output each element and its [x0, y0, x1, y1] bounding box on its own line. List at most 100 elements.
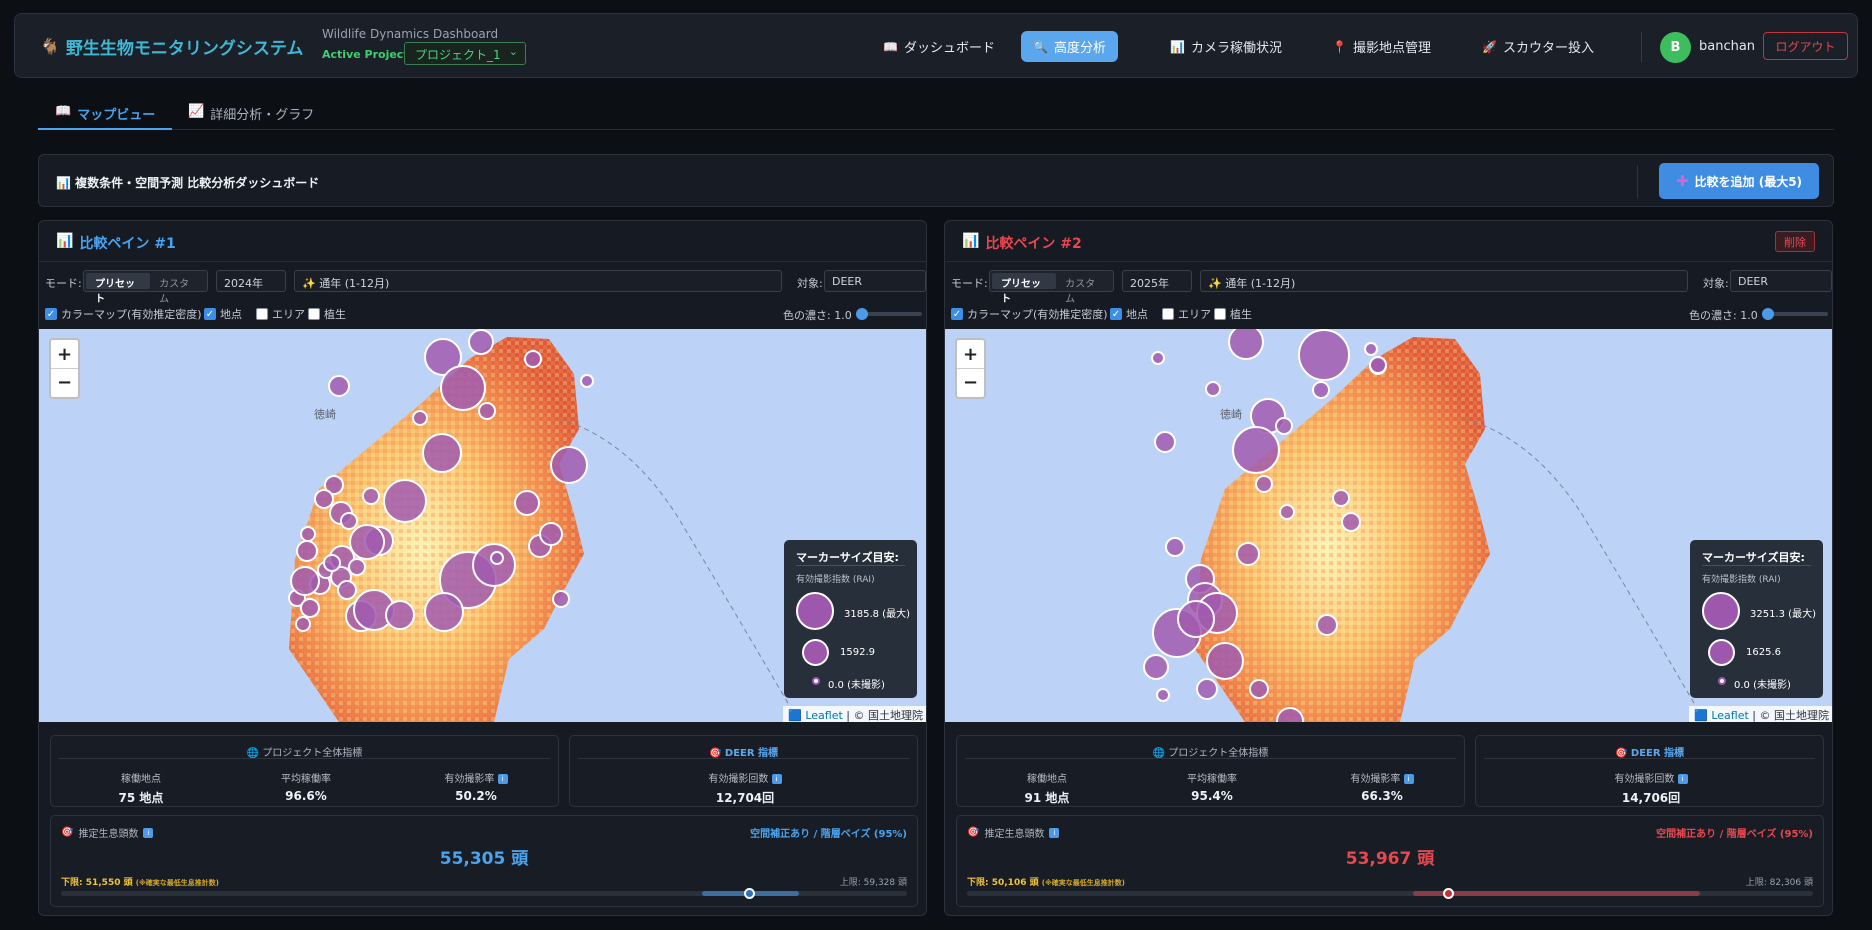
site-marker[interactable]	[1196, 678, 1218, 700]
site-marker[interactable]	[328, 375, 350, 397]
site-marker[interactable]	[383, 479, 427, 523]
site-marker[interactable]	[1143, 654, 1169, 680]
logout-button[interactable]: ログアウト	[1763, 32, 1848, 60]
site-marker[interactable]	[1275, 417, 1293, 435]
site-marker[interactable]	[1312, 381, 1330, 399]
intensity-slider[interactable]	[856, 308, 922, 320]
project-select[interactable]: プロジェクト_1 ⌄	[404, 42, 526, 65]
site-marker[interactable]	[337, 580, 357, 600]
site-marker[interactable]	[1332, 489, 1350, 507]
leaflet-link[interactable]: Leaflet	[805, 709, 842, 722]
site-marker[interactable]	[552, 590, 570, 608]
intensity-slider[interactable]	[1762, 308, 1828, 320]
mode-custom-button[interactable]: カスタム	[1056, 273, 1111, 305]
mode-preset-button[interactable]: プリセット	[992, 273, 1057, 305]
year-select[interactable]: 2025年	[1122, 270, 1192, 292]
points-checkbox[interactable]: ✓ 地点	[1110, 306, 1148, 322]
area-checkbox[interactable]: エリア	[1162, 306, 1211, 322]
slider-knob[interactable]	[856, 308, 868, 320]
site-marker[interactable]	[295, 616, 311, 632]
site-marker[interactable]	[1205, 381, 1221, 397]
site-marker[interactable]	[550, 446, 588, 484]
info-icon[interactable]: i	[1677, 774, 1688, 784]
site-marker[interactable]	[1151, 351, 1165, 365]
site-marker[interactable]	[314, 489, 334, 509]
info-icon[interactable]: i	[497, 774, 508, 784]
site-marker[interactable]	[422, 433, 462, 473]
nav-scouter[interactable]: 🚀 スカウター投入	[1470, 31, 1606, 62]
site-marker[interactable]	[1369, 356, 1387, 374]
site-marker[interactable]	[362, 487, 380, 505]
zoom-in-button[interactable]: +	[51, 340, 78, 368]
site-marker[interactable]	[290, 566, 320, 596]
site-marker[interactable]	[1298, 329, 1350, 381]
tab-map-view[interactable]: 📖 マップビュー	[38, 98, 173, 130]
site-marker[interactable]	[1236, 542, 1260, 566]
mode-preset-button[interactable]: プリセット	[86, 273, 151, 305]
site-marker[interactable]	[300, 526, 316, 542]
nav-advanced-analysis[interactable]: 🔍 高度分析	[1021, 31, 1118, 62]
area-checkbox[interactable]: エリア	[256, 306, 305, 322]
period-select[interactable]: ✨ 通年 (1-12月)	[294, 270, 782, 292]
vegetation-checkbox[interactable]: 植生	[308, 306, 346, 322]
site-marker[interactable]	[1232, 426, 1280, 474]
site-marker[interactable]	[1228, 329, 1264, 360]
site-marker[interactable]	[1279, 504, 1295, 520]
slider-knob[interactable]	[1762, 308, 1774, 320]
info-icon[interactable]: i	[1403, 774, 1414, 784]
site-marker[interactable]	[514, 490, 540, 516]
site-marker[interactable]	[1249, 679, 1269, 699]
site-marker[interactable]	[468, 329, 494, 355]
year-select[interactable]: 2024年	[216, 270, 286, 292]
site-marker[interactable]	[340, 512, 358, 530]
site-marker[interactable]	[1364, 342, 1378, 356]
site-marker[interactable]	[323, 554, 341, 572]
site-marker[interactable]	[300, 598, 320, 618]
zoom-out-button[interactable]: −	[957, 368, 984, 396]
target-select[interactable]: DEER	[824, 270, 926, 292]
period-select[interactable]: ✨ 通年 (1-12月)	[1200, 270, 1688, 292]
vegetation-checkbox[interactable]: 植生	[1214, 306, 1252, 322]
site-marker[interactable]	[472, 543, 516, 587]
tab-detail-analysis[interactable]: 📈 詳細分析・グラフ	[171, 98, 331, 130]
zoom-in-button[interactable]: +	[957, 340, 984, 368]
info-icon[interactable]: i	[143, 827, 154, 838]
site-marker[interactable]	[385, 600, 415, 630]
site-marker[interactable]	[348, 558, 366, 576]
density-map[interactable]: 徳崎 + − マーカーサイズ目安: 有効撮影指数 (RAI) 3251.3 (最…	[945, 329, 1832, 722]
nav-dashboard[interactable]: 📖 ダッシュボード	[871, 31, 1007, 62]
nav-site-management[interactable]: 📍 撮影地点管理	[1320, 31, 1443, 62]
site-marker[interactable]	[1177, 600, 1215, 638]
points-checkbox[interactable]: ✓ 地点	[204, 306, 242, 322]
target-select[interactable]: DEER	[1730, 270, 1832, 292]
colormap-checkbox[interactable]: ✓ カラーマップ(有効推定密度)	[951, 306, 1108, 322]
site-marker[interactable]	[412, 410, 428, 426]
site-marker[interactable]	[349, 524, 385, 560]
colormap-checkbox[interactable]: ✓ カラーマップ(有効推定密度)	[45, 306, 202, 322]
nav-camera-status[interactable]: 📊 カメラ稼働状況	[1158, 31, 1294, 62]
site-marker[interactable]	[490, 551, 504, 565]
site-marker[interactable]	[478, 402, 496, 420]
site-marker[interactable]	[1255, 475, 1273, 493]
site-marker[interactable]	[1341, 512, 1361, 532]
leaflet-link[interactable]: Leaflet	[1711, 709, 1748, 722]
site-marker[interactable]	[1154, 431, 1176, 453]
info-icon[interactable]: i	[771, 774, 782, 784]
site-marker[interactable]	[539, 522, 563, 546]
density-map[interactable]: 徳崎 + − マーカーサイズ目安: 有効撮影指数 (RAI) 3185.8 (最…	[39, 329, 926, 722]
site-marker[interactable]	[580, 374, 594, 388]
site-marker[interactable]	[424, 592, 464, 632]
app-brand[interactable]: 🐐 野生生物モニタリングシステム	[40, 34, 303, 59]
site-marker[interactable]	[1206, 642, 1244, 680]
site-marker[interactable]	[1156, 688, 1170, 702]
avatar[interactable]: B	[1660, 32, 1691, 63]
site-marker[interactable]	[1316, 614, 1338, 636]
site-marker[interactable]	[440, 365, 486, 411]
mode-custom-button[interactable]: カスタム	[150, 273, 205, 305]
delete-pane-button[interactable]: 削除	[1775, 231, 1815, 252]
zoom-out-button[interactable]: −	[51, 368, 78, 396]
site-marker[interactable]	[296, 540, 318, 562]
site-marker[interactable]	[1165, 537, 1185, 557]
site-marker[interactable]	[524, 350, 542, 368]
info-icon[interactable]: i	[1049, 827, 1060, 838]
